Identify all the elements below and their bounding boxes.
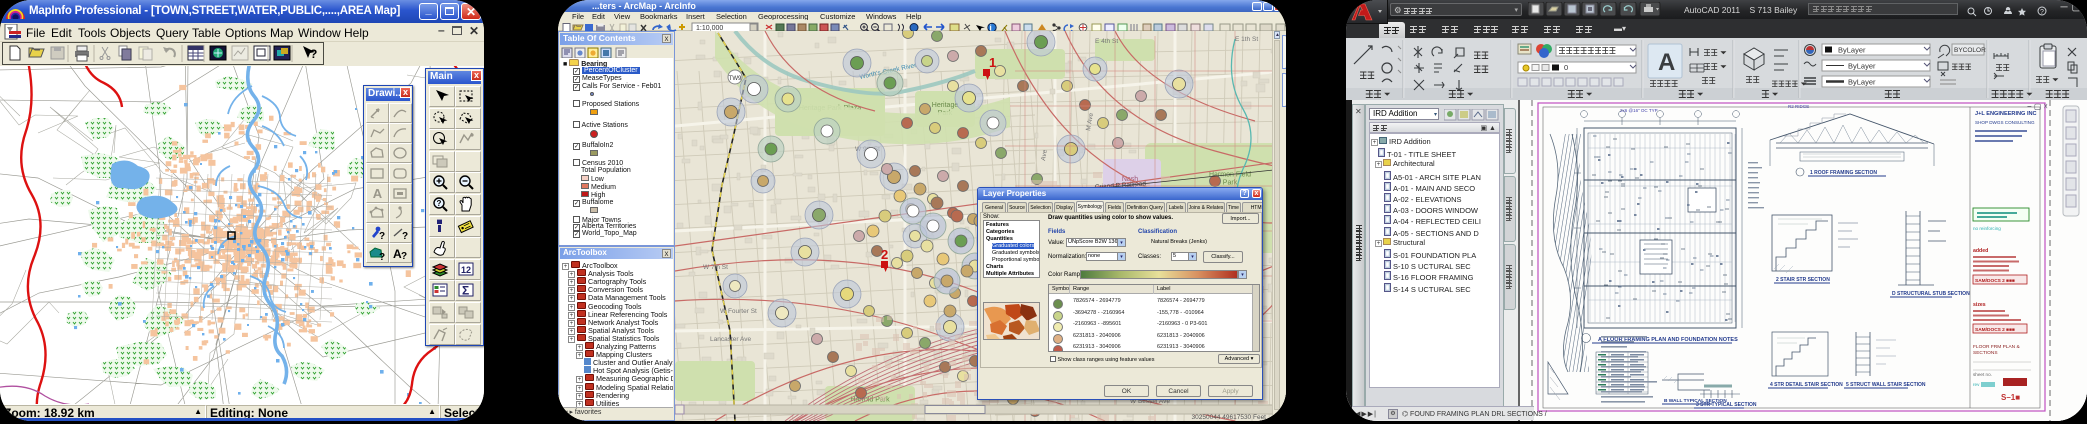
svg-text:SAM/DOCS 2 ■■■: SAM/DOCS 2 ■■■ — [1975, 278, 2015, 284]
svg-text:?: ? — [437, 199, 442, 208]
svg-text:Lancaster Ave: Lancaster Ave — [710, 336, 751, 343]
svg-text:Park: Park — [1223, 180, 1238, 187]
svg-text:4 STR DETAIL STAIR SECTION: 4 STR DETAIL STAIR SECTION — [1770, 382, 1843, 388]
svg-text:J+L ENGINEERING INC: J+L ENGINEERING INC — [1975, 111, 2037, 117]
svg-text:?: ? — [2040, 9, 2044, 16]
svg-text:3 STR TYPICAL SECTION: 3 STR TYPICAL SECTION — [1696, 402, 1757, 408]
svg-text:SHOP DWGS CONSULTING: SHOP DWGS CONSULTING — [1975, 120, 2035, 125]
svg-text:W 7th St: W 7th St — [703, 264, 728, 271]
svg-text:?: ? — [379, 252, 385, 263]
svg-text:5 STRUCT WALL STAIR SECTION: 5 STRUCT WALL STAIR SECTION — [1846, 382, 1926, 388]
svg-text:R2 RIDGE: R2 RIDGE — [1788, 104, 1809, 109]
svg-text:Σ: Σ — [462, 284, 469, 298]
svg-text:added: added — [1973, 248, 1988, 254]
svg-text:A: A — [1658, 49, 1675, 76]
svg-text:D STRUCTURAL STUB SECTION: D STRUCTURAL STUB SECTION — [1892, 291, 1970, 297]
svg-text:E 1th St: E 1th St — [1235, 36, 1258, 43]
svg-text:rev: rev — [1973, 382, 1980, 387]
svg-text:Heritage: Heritage — [932, 102, 959, 109]
svg-text:12: 12 — [461, 265, 471, 275]
svg-text:TW9: TW9 — [729, 76, 742, 82]
svg-text:?: ? — [402, 231, 408, 242]
svg-text:2 STAIR STR SECTION: 2 STAIR STR SECTION — [1776, 277, 1830, 283]
svg-text:2: 2 — [881, 247, 888, 262]
svg-text:ByLayer: ByLayer — [1848, 62, 1876, 71]
svg-text:1 ROOF FRAMING SECTION: 1 ROOF FRAMING SECTION — [1810, 170, 1877, 176]
svg-text:sheet no.: sheet no. — [1973, 372, 1992, 377]
svg-text:?: ? — [310, 47, 317, 61]
svg-text:30250044 49617530 Feet: 30250044 49617530 Feet — [1192, 414, 1267, 421]
svg-text:?: ? — [379, 231, 385, 242]
svg-text:2x6 @16" OC TYP: 2x6 @16" OC TYP — [1620, 108, 1658, 113]
svg-text:1: 1 — [989, 55, 996, 70]
svg-text:ByLayer: ByLayer — [1838, 46, 1866, 55]
svg-text:W Fourter St: W Fourter St — [720, 308, 757, 315]
svg-text:S–1■: S–1■ — [2001, 393, 2020, 402]
svg-text:0: 0 — [1564, 63, 1568, 72]
svg-text:no reinforcing: no reinforcing — [1973, 226, 2001, 231]
svg-text:SAM/DOCS 2 ■■■: SAM/DOCS 2 ■■■ — [1975, 327, 2015, 333]
svg-text:− ▢ ☓: − ▢ ☓ — [2027, 102, 2048, 111]
svg-text:SECTIONS: SECTIONS — [1973, 350, 1998, 356]
svg-text:ByLayer: ByLayer — [1848, 78, 1876, 87]
svg-text:?: ? — [401, 251, 407, 262]
svg-text:BYCOLOR: BYCOLOR — [1954, 47, 1986, 54]
svg-text:FLOOR FRM PLAN &: FLOOR FRM PLAN & — [1973, 344, 2020, 350]
svg-text:sizes: sizes — [1973, 302, 1986, 308]
